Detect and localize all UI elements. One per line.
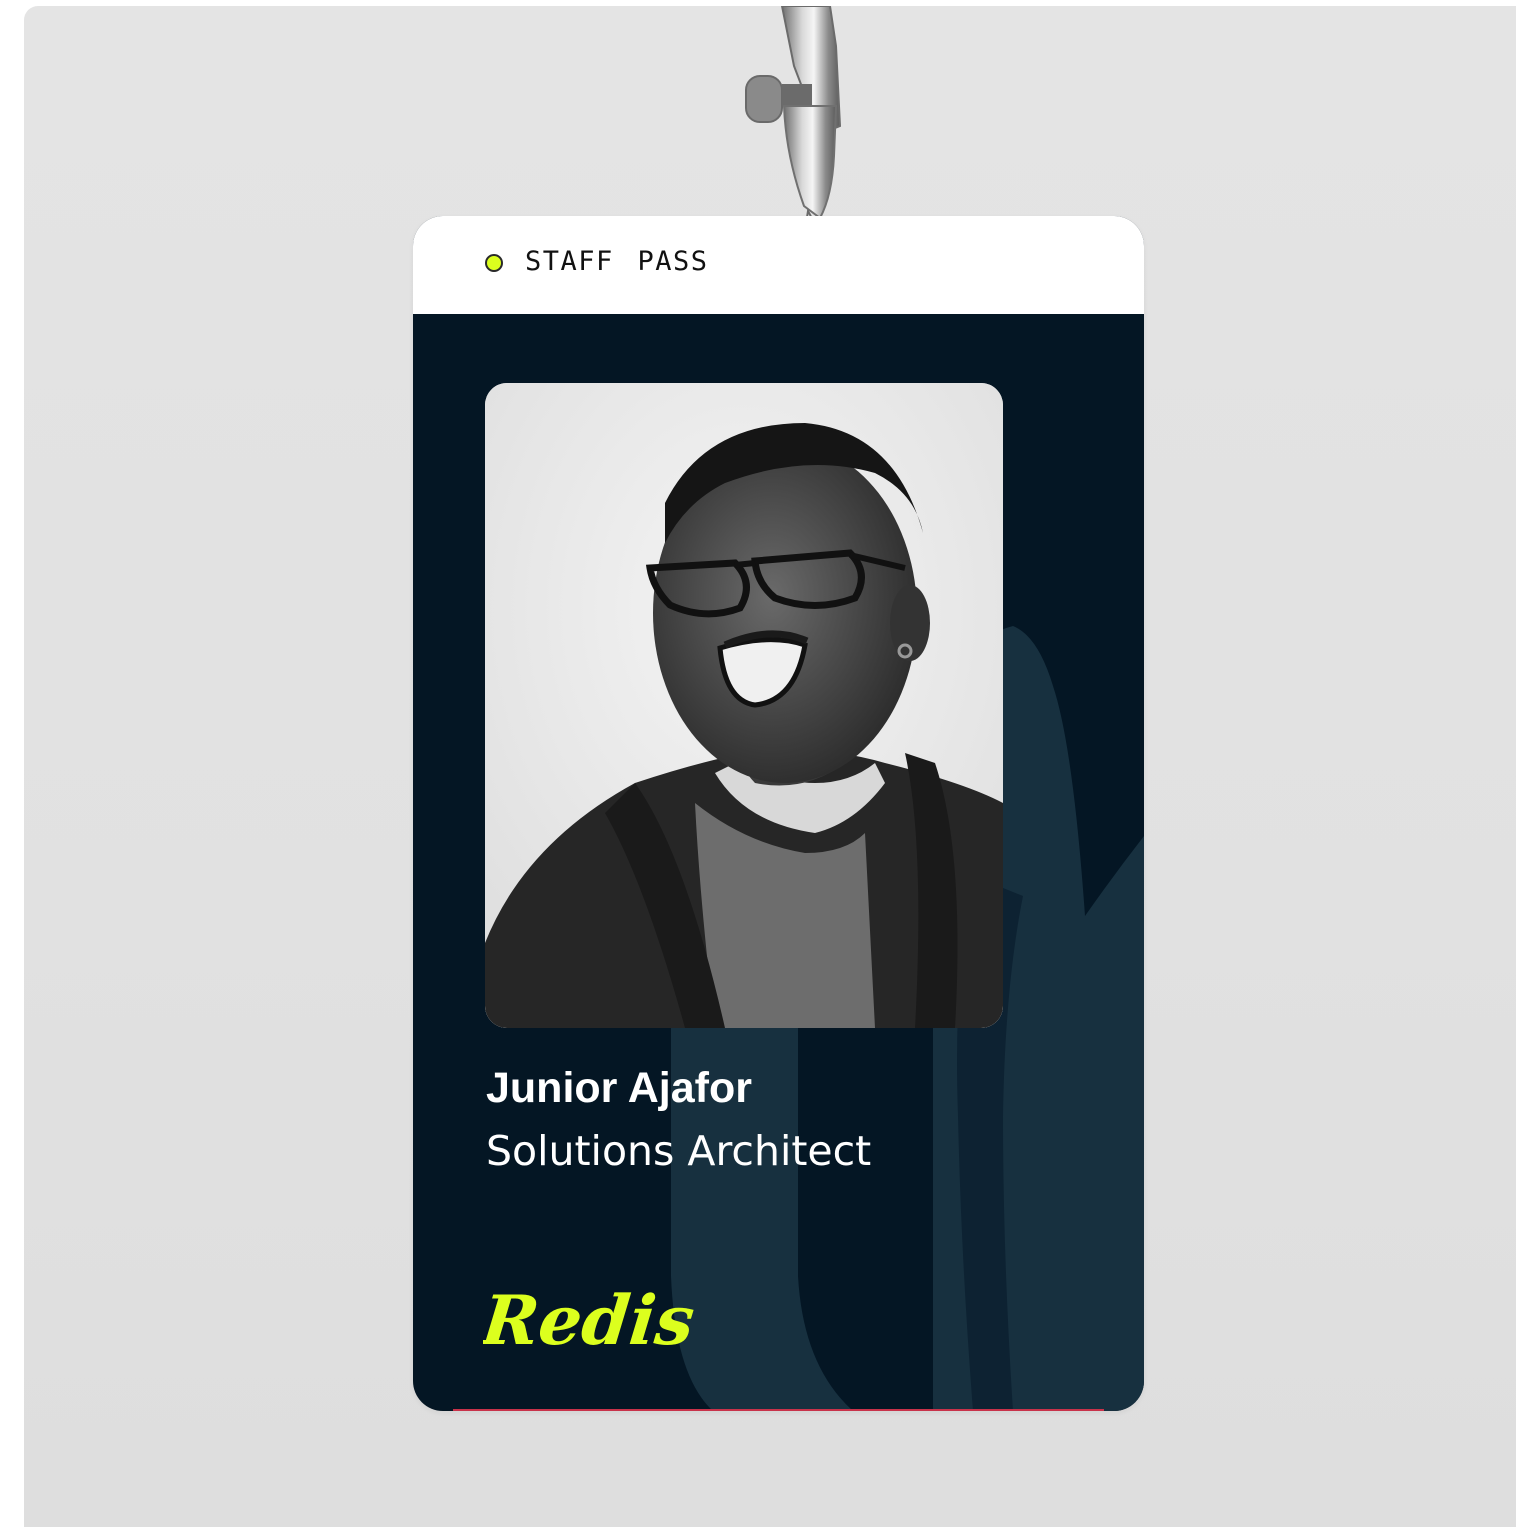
portrait-image bbox=[485, 383, 1003, 1028]
card-bottom-edge bbox=[453, 1409, 1104, 1411]
pass-type-label: STAFF PASS bbox=[525, 246, 709, 277]
staff-badge-card: STAFF PASS Junior Ajafor Solutions Archi… bbox=[413, 216, 1144, 1411]
profile-photo bbox=[485, 383, 1003, 1028]
badge-header: STAFF PASS bbox=[413, 216, 1144, 314]
svg-text:Redis: Redis bbox=[483, 1281, 698, 1361]
person-role: Solutions Architect bbox=[486, 1127, 872, 1175]
redis-logo: Redis bbox=[483, 1281, 698, 1361]
background: STAFF PASS Junior Ajafor Solutions Archi… bbox=[24, 6, 1516, 1527]
status-dot-icon bbox=[485, 254, 503, 272]
person-name: Junior Ajafor bbox=[486, 1064, 752, 1112]
